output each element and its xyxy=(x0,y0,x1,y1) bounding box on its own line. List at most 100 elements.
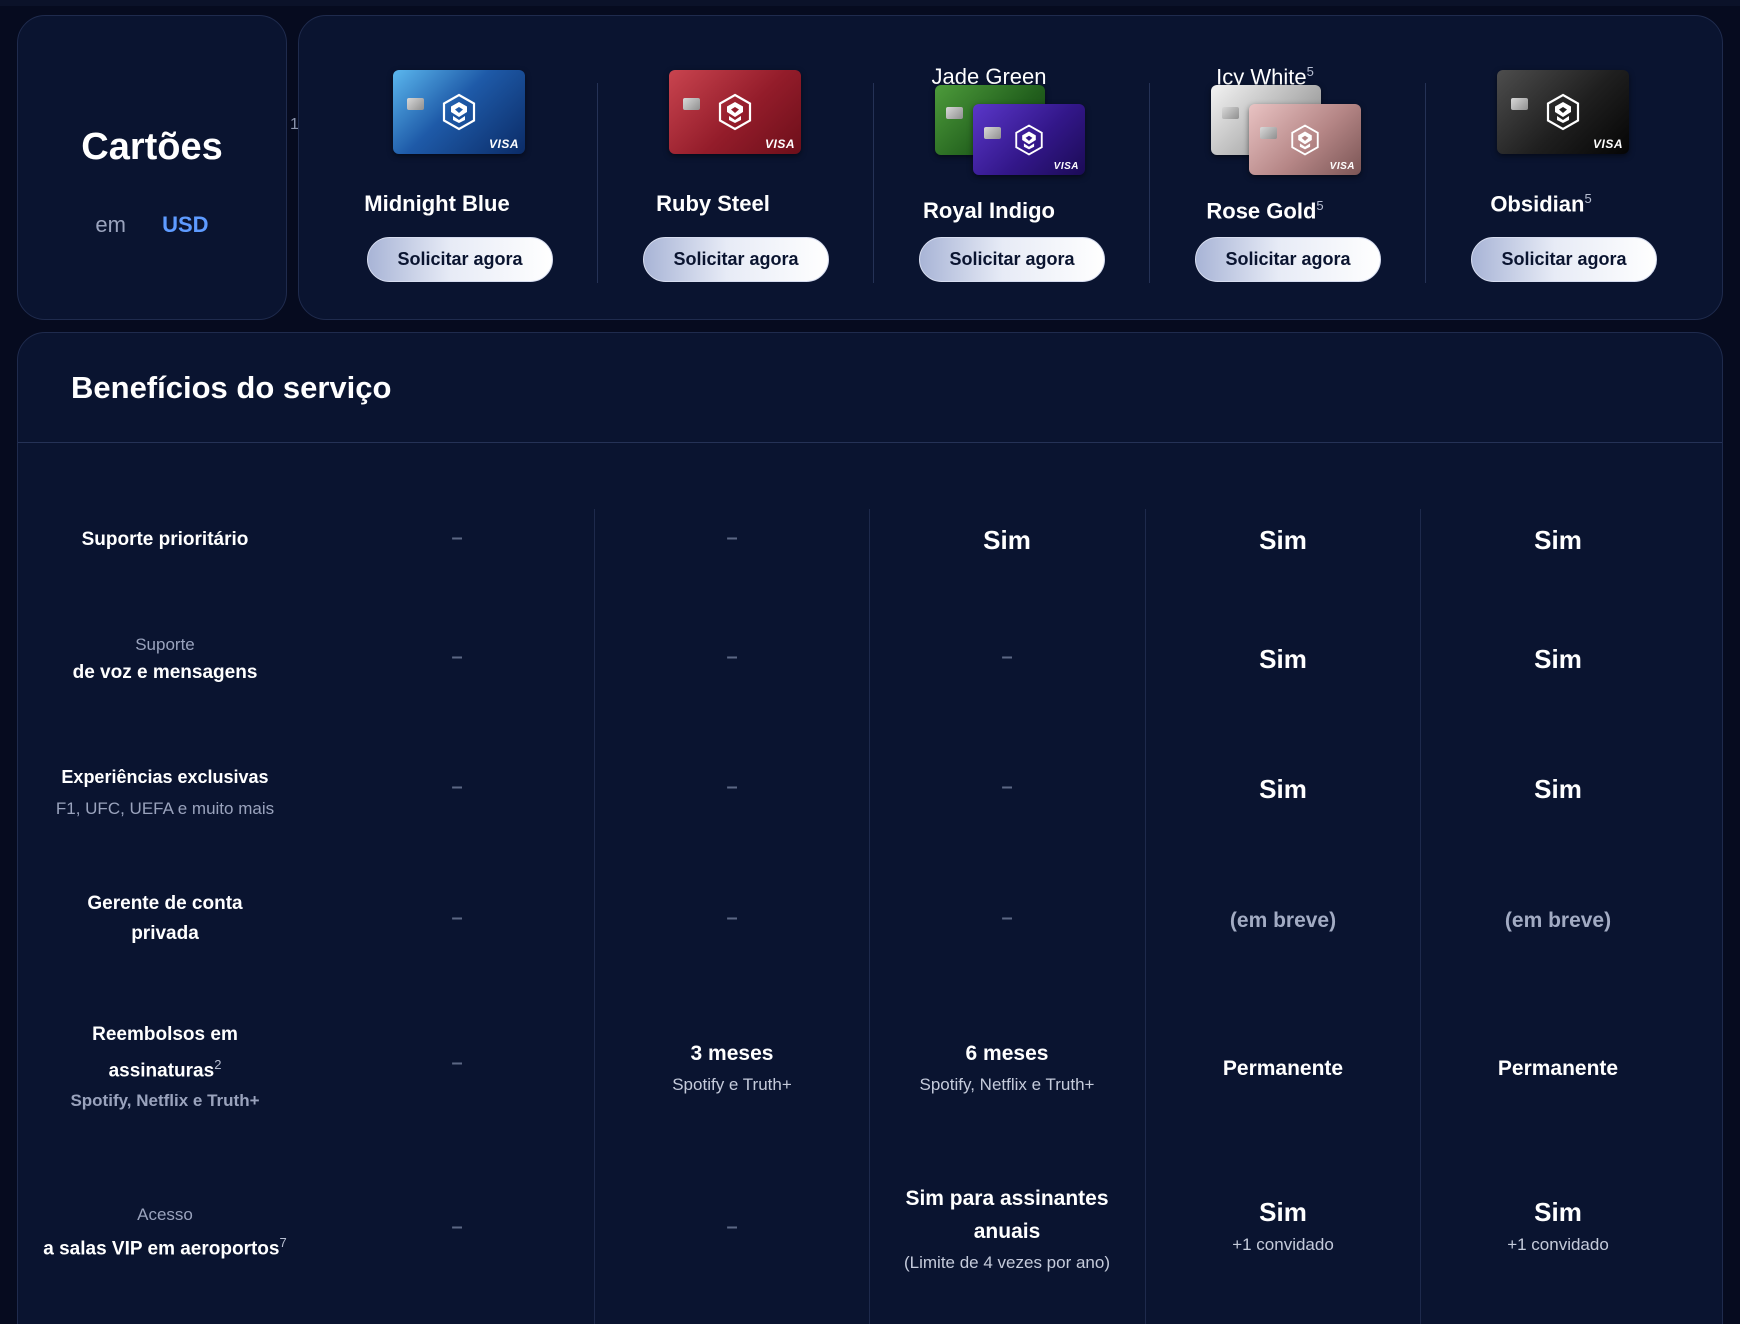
card-name-royal-indigo: Royal Indigo xyxy=(923,198,1055,223)
currency-prefix: em xyxy=(95,212,126,237)
row-label-main: Experiências exclusivas xyxy=(61,767,269,787)
row-label-account-manager: Gerente de conta privada xyxy=(17,889,313,949)
card-name-obsidian: Obsidian5 xyxy=(1490,191,1592,217)
benefit-cell: – xyxy=(726,646,738,668)
card-column-midnight-blue: VISA Midnight Blue Solicitar agora xyxy=(299,16,575,321)
visa-logo: VISA xyxy=(1053,161,1079,172)
cards-panel: VISA Midnight Blue Solicitar agora VISA … xyxy=(298,15,1723,320)
footnote-marker: 5 xyxy=(1306,64,1314,79)
benefit-cell: Sim +1 convidado xyxy=(1420,1194,1696,1260)
benefit-cell: Sim +1 convidado xyxy=(1145,1194,1421,1260)
chip-icon xyxy=(1222,107,1239,119)
benefit-cell: Sim xyxy=(1534,774,1582,804)
chip-icon xyxy=(683,98,700,110)
benefit-cell: – xyxy=(451,776,463,798)
benefit-cell: – xyxy=(726,1216,738,1238)
benefit-cell: – xyxy=(1001,776,1013,798)
midnight-blue-card-image: VISA xyxy=(393,70,525,154)
chip-icon xyxy=(407,98,424,110)
footnote-marker: 5 xyxy=(1316,198,1324,213)
apply-button-rose-gold[interactable]: Solicitar agora xyxy=(1195,237,1381,282)
cards-heading-panel: Cartões em USD xyxy=(17,15,287,320)
benefit-cell: – xyxy=(1001,646,1013,668)
visa-logo: VISA xyxy=(764,137,795,151)
benefit-cell: – xyxy=(726,527,738,549)
currency-selector[interactable]: em USD xyxy=(18,212,286,238)
apply-button-ruby-steel[interactable]: Solicitar agora xyxy=(643,237,829,282)
benefit-cell: Sim xyxy=(1534,644,1582,674)
benefit-cell-sub: Spotify, Netflix e Truth+ xyxy=(919,1075,1095,1094)
row-label-main: Gerente de conta privada xyxy=(87,893,243,944)
benefit-cell: (em breve) xyxy=(1229,909,1337,932)
ruby-steel-card-image: VISA xyxy=(669,70,801,154)
benefit-cell-sub: Spotify e Truth+ xyxy=(672,1075,792,1094)
benefits-title: Benefícios do serviço xyxy=(71,370,392,405)
row-label-main: Reembolsos em assinaturas2 xyxy=(92,1024,238,1082)
row-label-sub: Spotify, Netflix e Truth+ xyxy=(70,1091,260,1111)
rose-gold-card-image: VISA xyxy=(1249,104,1361,175)
row-label-main: a salas VIP em aeroportos7 xyxy=(43,1235,287,1260)
card-name-ruby-steel: Ruby Steel xyxy=(656,191,770,216)
benefit-cell: Sim xyxy=(1534,525,1582,555)
chip-icon xyxy=(1511,98,1528,110)
benefit-cell: – xyxy=(451,527,463,549)
benefit-cell-sub: +1 convidado xyxy=(1232,1235,1334,1254)
row-label-exclusive-experiences: Experiências exclusivas F1, UFC, UEFA e … xyxy=(17,762,313,826)
benefit-cell: Sim xyxy=(983,525,1031,555)
benefit-cell: (em breve) xyxy=(1504,909,1612,932)
section-divider xyxy=(18,442,1722,443)
row-label-priority-support: Suporte prioritário xyxy=(17,525,313,555)
row-label-main: Suporte prioritário xyxy=(81,529,249,550)
visa-logo: VISA xyxy=(1592,137,1623,151)
apply-button-midnight-blue[interactable]: Solicitar agora xyxy=(367,237,553,282)
benefits-panel: Benefícios do serviço xyxy=(17,332,1723,1324)
row-label-top: Acesso xyxy=(137,1205,193,1224)
card-name-rose-gold: Rose Gold5 xyxy=(1206,198,1324,224)
footnote-marker: 5 xyxy=(1584,191,1592,206)
row-label-airport-lounges: Acesso a salas VIP em aeroportos7 xyxy=(0,1202,330,1264)
card-name-midnight-blue: Midnight Blue xyxy=(364,191,510,216)
benefit-cell-main: Sim para assinantes anuais xyxy=(905,1187,1109,1243)
visa-logo: VISA xyxy=(488,137,519,151)
benefit-cell: – xyxy=(451,646,463,668)
benefit-cell: Permanente xyxy=(1497,1057,1619,1080)
benefit-cell: – xyxy=(1001,907,1013,929)
benefit-cell: Sim xyxy=(1259,525,1307,555)
crypto-logo-icon xyxy=(442,93,476,131)
benefit-cell: – xyxy=(451,1052,463,1074)
royal-indigo-card-image: VISA xyxy=(973,104,1085,175)
row-label-subscription-refunds: Reembolsos em assinaturas2 Spotify, Netf… xyxy=(17,1020,313,1116)
footnote-marker: 2 xyxy=(214,1057,222,1072)
card-column-obsidian: VISA Obsidian5 Solicitar agora xyxy=(1403,16,1679,321)
visa-logo: VISA xyxy=(1329,161,1355,172)
crypto-logo-icon xyxy=(1291,123,1319,156)
currency-usd[interactable]: USD xyxy=(162,212,208,237)
chip-icon xyxy=(984,127,1001,139)
card-column-ruby-steel: VISA Ruby Steel Solicitar agora xyxy=(575,16,851,321)
row-label-sub: F1, UFC, UEFA e muito mais xyxy=(55,799,275,818)
benefit-cell: Sim xyxy=(1259,644,1307,674)
crypto-logo-icon xyxy=(718,93,752,131)
top-strip xyxy=(0,0,1740,6)
apply-button-obsidian[interactable]: Solicitar agora xyxy=(1471,237,1657,282)
apply-button-royal-indigo[interactable]: Solicitar agora xyxy=(919,237,1105,282)
benefit-cell-main: 6 meses xyxy=(965,1042,1049,1065)
cards-heading: Cartões xyxy=(81,126,223,168)
benefit-cell-sub: +1 convidado xyxy=(1507,1235,1609,1254)
benefit-cell: – xyxy=(451,907,463,929)
chip-icon xyxy=(1260,127,1277,139)
benefit-cell: Sim xyxy=(1259,774,1307,804)
benefit-cell: Sim para assinantes anuais (Limite de 4 … xyxy=(869,1182,1145,1278)
crypto-logo-icon xyxy=(1015,123,1043,156)
row-label-main: de voz e mensagens xyxy=(72,662,258,683)
benefit-cell-main: Sim xyxy=(1259,1197,1307,1227)
benefit-cell-main: 3 meses xyxy=(690,1042,774,1065)
benefit-cell: 6 meses Spotify, Netflix e Truth+ xyxy=(869,1037,1145,1100)
benefit-cell: – xyxy=(451,1216,463,1238)
row-label-voice-support: Suporte de voz e mensagens xyxy=(17,632,313,688)
benefit-cell: Permanente xyxy=(1222,1057,1344,1080)
chip-icon xyxy=(946,107,963,119)
card-column-royal-indigo: Jade Green VISA Royal Indigo Solicitar a… xyxy=(851,16,1127,321)
benefit-cell: – xyxy=(726,776,738,798)
footnote-marker: 7 xyxy=(279,1235,287,1250)
